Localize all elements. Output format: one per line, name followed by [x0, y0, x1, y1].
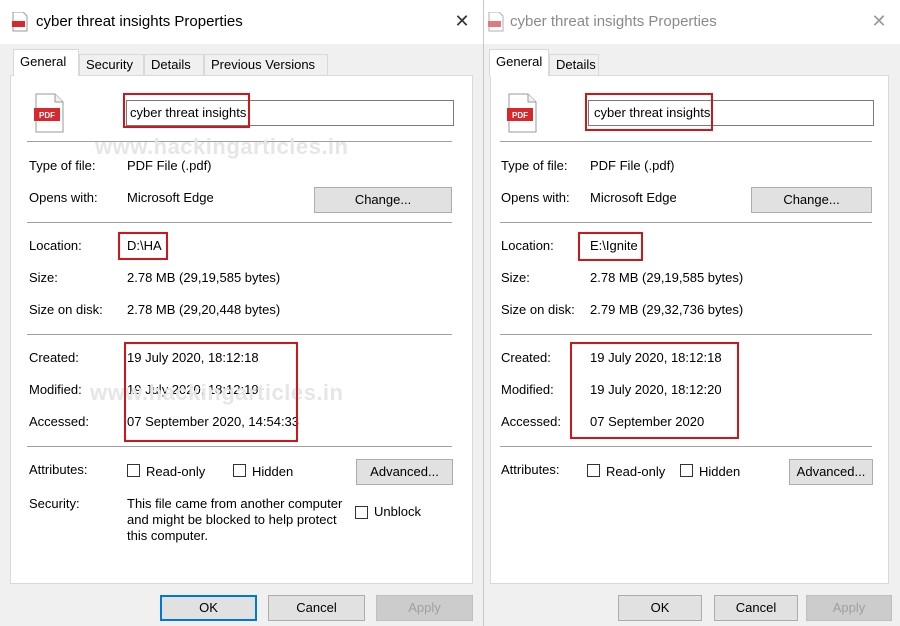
tab-security[interactable]: Security [79, 54, 144, 75]
pdf-file-icon: PDF [506, 93, 538, 133]
type-of-file-label: Type of file: [501, 158, 568, 173]
size-on-disk-label: Size on disk: [29, 302, 103, 317]
highlight-box [578, 232, 643, 261]
readonly-checkbox[interactable] [587, 464, 600, 477]
advanced-button[interactable]: Advanced... [356, 459, 453, 485]
window-title: cyber threat insights Properties [36, 13, 243, 30]
hidden-checkbox[interactable] [233, 464, 246, 477]
title-bar: cyber threat insights Properties ✕ [484, 0, 900, 44]
modified-label: Modified: [501, 382, 554, 397]
location-label: Location: [29, 238, 82, 253]
opens-with-label: Opens with: [29, 190, 98, 205]
change-button[interactable]: Change... [751, 187, 872, 213]
properties-dialog-left: cyber threat insights Properties ✕ Gener… [0, 0, 484, 626]
created-label: Created: [501, 350, 551, 365]
highlight-box [570, 342, 739, 439]
general-panel [490, 75, 889, 584]
separator [500, 222, 872, 223]
tab-details[interactable]: Details [144, 54, 204, 75]
size-label: Size: [501, 270, 530, 285]
hidden-label: Hidden [252, 464, 294, 479]
ok-button[interactable]: OK [160, 595, 257, 621]
pdf-file-icon [488, 11, 504, 32]
file-icon-text: PDF [39, 111, 55, 120]
readonly-checkbox[interactable] [127, 464, 140, 477]
window-title: cyber threat insights Properties [510, 13, 717, 30]
attributes-label: Attributes: [501, 462, 560, 477]
modified-label: Modified: [29, 382, 82, 397]
watermark: www.hackingarticles.in [95, 134, 349, 159]
pdf-file-icon [12, 11, 28, 32]
accessed-label: Accessed: [29, 414, 89, 429]
type-of-file-value: PDF File (.pdf) [590, 158, 675, 173]
close-icon[interactable]: ✕ [870, 12, 888, 30]
opens-with-value: Microsoft Edge [590, 190, 677, 205]
size-label: Size: [29, 270, 58, 285]
tab-general[interactable]: General [489, 49, 549, 76]
security-message-line: this computer. [127, 528, 208, 543]
readonly-label: Read-only [606, 464, 666, 479]
type-of-file-label: Type of file: [29, 158, 96, 173]
cancel-button[interactable]: Cancel [268, 595, 365, 621]
size-value: 2.78 MB (29,19,585 bytes) [590, 270, 744, 285]
advanced-button[interactable]: Advanced... [789, 459, 873, 485]
tab-details[interactable]: Details [549, 54, 599, 75]
highlight-box [124, 342, 298, 442]
highlight-box [118, 232, 168, 260]
separator [500, 141, 872, 142]
close-icon[interactable]: ✕ [453, 12, 471, 30]
security-message-line: This file came from another computer [127, 496, 343, 511]
tab-strip: General Security Details Previous Versio… [0, 44, 483, 76]
unblock-label: Unblock [374, 504, 421, 519]
separator [27, 446, 452, 447]
change-button[interactable]: Change... [314, 187, 452, 213]
tab-strip: General Details [484, 44, 900, 76]
pdf-file-icon: PDF [33, 93, 65, 133]
accessed-label: Accessed: [501, 414, 561, 429]
location-label: Location: [501, 238, 554, 253]
properties-dialog-right: cyber threat insights Properties ✕ Gener… [484, 0, 900, 626]
highlight-box [123, 93, 250, 128]
opens-with-value: Microsoft Edge [127, 190, 214, 205]
hidden-label: Hidden [699, 464, 741, 479]
separator [27, 334, 452, 335]
separator [27, 222, 452, 223]
hidden-checkbox[interactable] [680, 464, 693, 477]
file-icon-text: PDF [512, 111, 528, 120]
separator [500, 334, 872, 335]
attributes-label: Attributes: [29, 462, 88, 477]
separator [500, 446, 872, 447]
apply-button[interactable]: Apply [376, 595, 473, 621]
opens-with-label: Opens with: [501, 190, 570, 205]
title-bar: cyber threat insights Properties ✕ [0, 0, 483, 44]
security-label: Security: [29, 496, 80, 511]
highlight-box [585, 93, 713, 131]
readonly-label: Read-only [146, 464, 206, 479]
security-message-line: and might be blocked to help protect [127, 512, 337, 527]
created-label: Created: [29, 350, 79, 365]
size-on-disk-label: Size on disk: [501, 302, 575, 317]
tab-general[interactable]: General [13, 49, 79, 76]
cancel-button[interactable]: Cancel [714, 595, 798, 621]
type-of-file-value: PDF File (.pdf) [127, 158, 212, 173]
apply-button[interactable]: Apply [806, 595, 892, 621]
size-on-disk-value: 2.79 MB (29,32,736 bytes) [590, 302, 744, 317]
size-on-disk-value: 2.78 MB (29,20,448 bytes) [127, 302, 281, 317]
ok-button[interactable]: OK [618, 595, 702, 621]
size-value: 2.78 MB (29,19,585 bytes) [127, 270, 281, 285]
tab-previous-versions[interactable]: Previous Versions [204, 54, 328, 75]
unblock-checkbox[interactable] [355, 506, 368, 519]
